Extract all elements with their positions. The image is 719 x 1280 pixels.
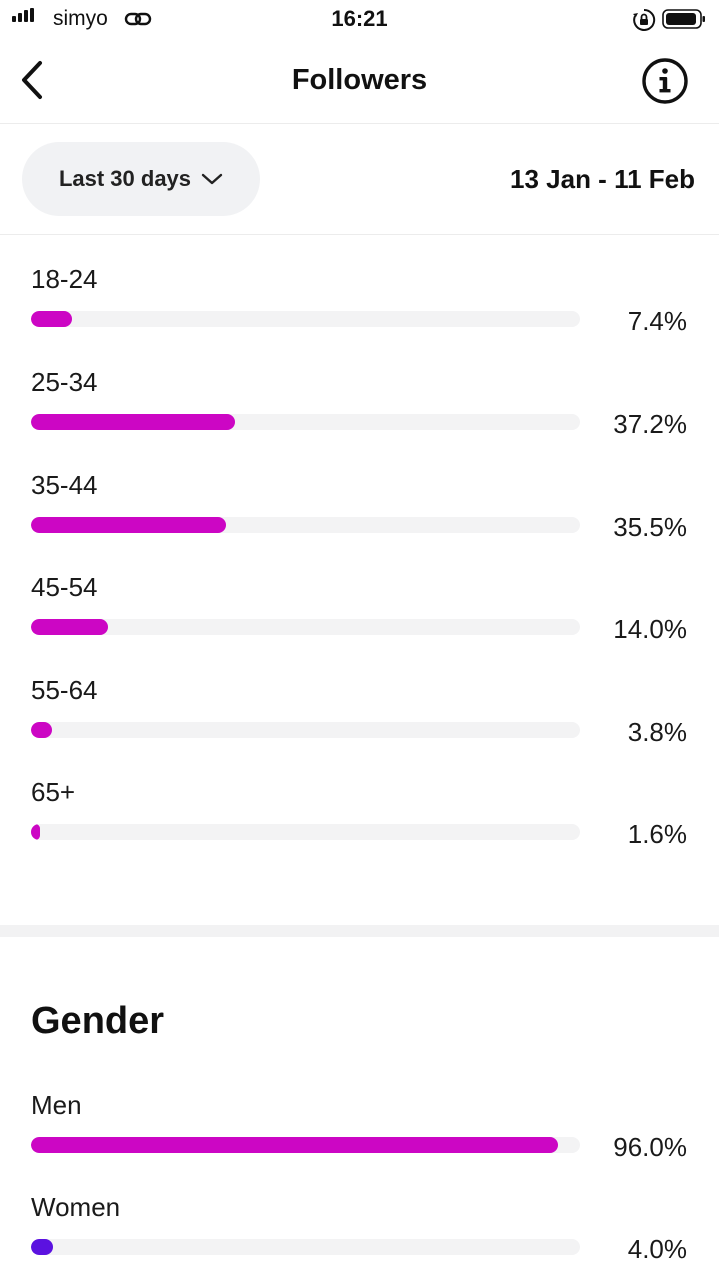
battery-icon bbox=[662, 9, 705, 29]
age-label: 35-44 bbox=[31, 470, 98, 500]
bar-fill bbox=[31, 619, 108, 635]
info-icon[interactable] bbox=[640, 56, 690, 106]
gender-section-title: Gender bbox=[31, 1000, 165, 1042]
gender-percentage: 96.0% bbox=[613, 1132, 687, 1162]
bar-fill bbox=[31, 1137, 559, 1153]
age-label: 45-54 bbox=[31, 572, 98, 602]
bar-track bbox=[31, 824, 580, 840]
period-dropdown[interactable]: Last 30 days bbox=[22, 142, 260, 216]
age-label: 25-34 bbox=[31, 367, 98, 397]
status-bar: simyo 16:21 bbox=[0, 0, 719, 40]
orientation-lock-icon bbox=[633, 8, 656, 31]
age-row-18-24: 18-24 7.4% bbox=[0, 264, 719, 364]
age-percentage: 7.4% bbox=[627, 306, 687, 336]
bar-fill bbox=[31, 517, 226, 533]
gender-label: Men bbox=[31, 1090, 82, 1120]
age-label: 18-24 bbox=[31, 264, 98, 294]
age-label: 55-64 bbox=[31, 675, 98, 705]
age-row-65-plus: 65+ 1.6% bbox=[0, 777, 719, 877]
section-divider bbox=[0, 925, 719, 937]
bar-fill bbox=[31, 311, 72, 327]
status-time: 16:21 bbox=[331, 6, 388, 31]
bar-track bbox=[31, 414, 580, 430]
age-percentage: 35.5% bbox=[613, 512, 687, 542]
age-label: 65+ bbox=[31, 777, 76, 807]
bar-track bbox=[31, 1239, 580, 1255]
gender-percentage: 4.0% bbox=[627, 1234, 687, 1264]
filter-row: Last 30 days 13 Jan - 11 Feb bbox=[0, 124, 719, 235]
chevron-down-icon bbox=[201, 173, 223, 185]
gender-row-men: Men 96.0% bbox=[0, 1090, 719, 1190]
page-title: Followers bbox=[291, 64, 428, 96]
age-row-45-54: 45-54 14.0% bbox=[0, 572, 719, 672]
bar-fill bbox=[31, 414, 236, 430]
bar-track bbox=[31, 517, 580, 533]
bar-fill bbox=[31, 1239, 53, 1255]
gender-row-women: Women 4.0% bbox=[0, 1192, 719, 1280]
bar-track bbox=[31, 311, 580, 327]
age-row-25-34: 25-34 37.2% bbox=[0, 367, 719, 467]
period-label: Last 30 days bbox=[58, 166, 192, 191]
bar-track bbox=[31, 722, 580, 738]
gender-label: Women bbox=[31, 1192, 121, 1222]
age-row-55-64: 55-64 3.8% bbox=[0, 675, 719, 775]
age-percentage: 1.6% bbox=[627, 819, 687, 849]
bar-fill bbox=[31, 722, 52, 738]
bar-track bbox=[31, 1137, 580, 1153]
age-row-35-44: 35-44 35.5% bbox=[0, 470, 719, 570]
bar-track bbox=[31, 619, 580, 635]
age-percentage: 37.2% bbox=[613, 409, 687, 439]
age-percentage: 3.8% bbox=[627, 717, 687, 747]
bar-fill bbox=[31, 824, 40, 840]
navigation-bar: Followers bbox=[0, 40, 719, 124]
date-range: 13 Jan - 11 Feb bbox=[510, 164, 695, 194]
age-percentage: 14.0% bbox=[613, 614, 687, 644]
